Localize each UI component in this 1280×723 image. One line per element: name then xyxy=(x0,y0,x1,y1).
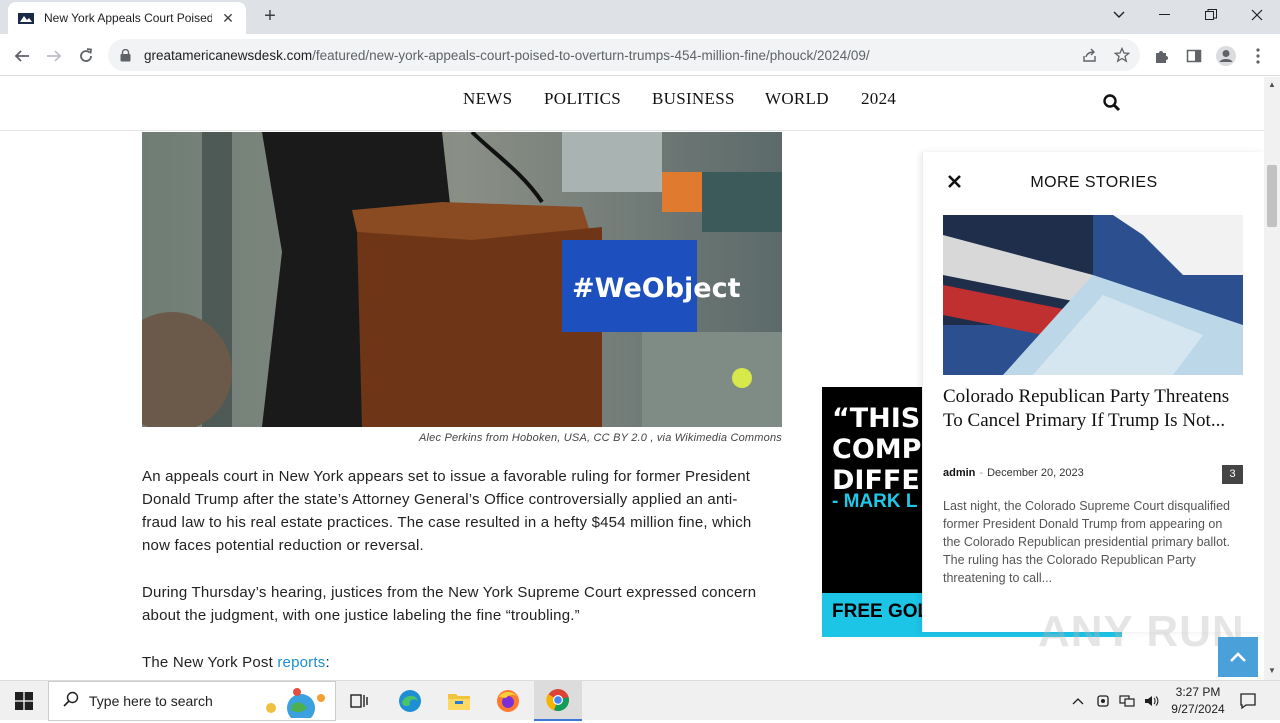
page-viewport: NEWS POLITICS BUSINESS WORLD 2024 #WeObj… xyxy=(0,77,1264,680)
tab-search-chevron-icon[interactable] xyxy=(1096,0,1142,30)
tab-close-icon[interactable]: ✕ xyxy=(220,10,236,27)
ad-cta-text: FREE GOL xyxy=(832,601,930,622)
story-title[interactable]: Colorado Republican Party Threatens To C… xyxy=(943,385,1233,433)
windows-start-icon[interactable] xyxy=(0,681,48,721)
image-caption: Alec Perkins from Hoboken, USA, CC BY 2.… xyxy=(419,432,782,444)
more-stories-heading: MORE STORIES xyxy=(1030,174,1158,191)
tab-title: New York Appeals Court Poised xyxy=(44,11,212,25)
hero-sign-text: #WeObject xyxy=(572,273,741,304)
extensions-puzzle-icon[interactable] xyxy=(1148,42,1176,70)
url-text[interactable]: greatamericanewsdesk.com/featured/new-yo… xyxy=(144,48,870,63)
notifications-icon[interactable] xyxy=(1236,681,1260,721)
story-excerpt: Last night, the Colorado Supreme Court d… xyxy=(943,499,1230,585)
article-paragraph-1: An appeals court in New York appears set… xyxy=(142,468,752,554)
edge-browser-icon[interactable] xyxy=(386,681,434,721)
browser-menu-icon[interactable] xyxy=(1244,42,1272,70)
taskbar-search-box[interactable]: Type here to search xyxy=(48,681,336,723)
watermark: ANY RUN xyxy=(1038,607,1245,656)
restore-button[interactable] xyxy=(1188,0,1234,30)
ad-quote-line2: COMP xyxy=(832,434,922,465)
reports-link[interactable]: reports xyxy=(277,654,325,671)
chrome-icon[interactable] xyxy=(534,681,582,721)
scroll-up-arrow-icon[interactable]: ▲ xyxy=(1268,81,1276,89)
show-hidden-icons-chevron-icon[interactable] xyxy=(1068,681,1088,721)
story-author[interactable]: admin xyxy=(943,467,975,479)
nav-2024[interactable]: 2024 xyxy=(861,89,896,109)
article-hero-image: #WeObject xyxy=(142,132,782,427)
file-explorer-icon[interactable] xyxy=(435,681,483,721)
share-icon[interactable] xyxy=(1080,45,1100,65)
story-date: December 20, 2023 xyxy=(987,467,1084,479)
taskbar: Type here to search 3:27 PM 9/27/2024 xyxy=(0,680,1280,723)
story-meta: admin - December 20, 2023 xyxy=(943,467,1084,479)
scroll-to-top-button[interactable] xyxy=(1218,637,1258,677)
story-thumbnail[interactable] xyxy=(943,215,1243,375)
scroll-down-arrow-icon[interactable]: ▼ xyxy=(1268,667,1276,675)
meet-now-icon[interactable] xyxy=(1094,681,1114,721)
forward-arrow-icon[interactable] xyxy=(40,42,68,70)
site-favicon-icon xyxy=(18,10,34,26)
url-path: /featured/new-york-appeals-court-poised-… xyxy=(312,47,870,63)
search-icon[interactable] xyxy=(1102,93,1122,113)
article-paragraph-3: The New York Post reports: xyxy=(142,651,762,674)
profile-avatar-icon[interactable] xyxy=(1212,42,1240,70)
magnifier-icon xyxy=(63,691,79,712)
bookmark-star-icon[interactable] xyxy=(1112,45,1132,65)
search-highlight-globe-icon xyxy=(261,686,331,723)
new-tab-button[interactable]: + xyxy=(260,6,280,26)
nav-business[interactable]: BUSINESS xyxy=(652,89,735,109)
paragraph-3-suffix: : xyxy=(325,654,330,671)
task-view-icon[interactable] xyxy=(336,681,384,721)
address-bar[interactable]: greatamericanewsdesk.com/featured/new-yo… xyxy=(108,39,1140,71)
reload-icon[interactable] xyxy=(72,42,100,70)
volume-icon[interactable] xyxy=(1141,681,1161,721)
taskbar-search-placeholder: Type here to search xyxy=(89,693,213,709)
nav-politics[interactable]: POLITICS xyxy=(544,89,621,109)
meta-separator: - xyxy=(979,467,984,479)
article-paragraph-2: During Thursday’s hearing, justices from… xyxy=(142,584,757,624)
nav-world[interactable]: WORLD xyxy=(765,89,829,109)
clock-time: 3:27 PM xyxy=(1175,685,1221,699)
nav-news[interactable]: NEWS xyxy=(463,89,512,109)
browser-toolbar: greatamericanewsdesk.com/featured/new-yo… xyxy=(0,34,1280,76)
lock-icon[interactable] xyxy=(120,48,134,62)
scrollbar-thumb[interactable] xyxy=(1267,165,1277,227)
close-window-button[interactable] xyxy=(1234,0,1280,30)
minimize-button[interactable] xyxy=(1142,0,1188,30)
system-clock[interactable]: 3:27 PM 9/27/2024 xyxy=(1160,684,1236,718)
more-stories-panel: MORE STORIES Colorado Republican Party T… xyxy=(922,152,1264,632)
site-nav: NEWS POLITICS BUSINESS WORLD 2024 xyxy=(0,77,1264,131)
ad-quote-line1: “THIS xyxy=(832,403,930,434)
tab-strip: New York Appeals Court Poised ✕ + xyxy=(0,0,1280,34)
side-panel-icon[interactable] xyxy=(1180,42,1208,70)
page-scrollbar[interactable]: ▲ ▼ xyxy=(1264,77,1280,680)
network-icon[interactable] xyxy=(1117,681,1137,721)
comment-count-badge[interactable]: 3 xyxy=(1222,465,1243,484)
paragraph-3-text: The New York Post xyxy=(142,654,278,671)
firefox-icon[interactable] xyxy=(484,681,532,721)
back-arrow-icon[interactable] xyxy=(8,42,36,70)
ad-byline: - MARK L xyxy=(832,491,918,512)
clock-date: 9/27/2024 xyxy=(1171,702,1225,716)
browser-tab[interactable]: New York Appeals Court Poised ✕ xyxy=(8,2,246,34)
url-host: greatamericanewsdesk.com xyxy=(144,47,313,63)
